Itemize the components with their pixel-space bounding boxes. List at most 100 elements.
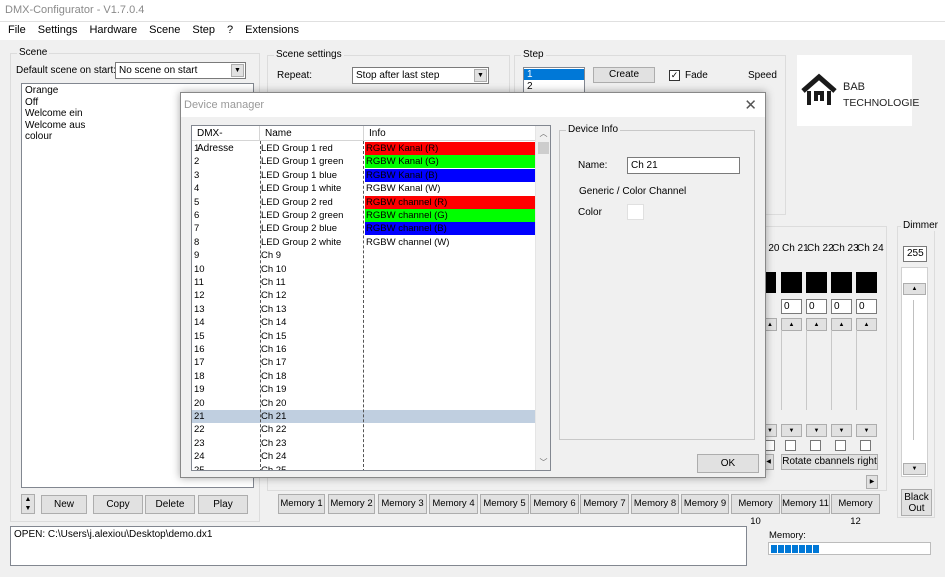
channel-checkbox[interactable] — [860, 440, 871, 451]
channel-value-input[interactable]: 0 — [831, 299, 852, 314]
memory-10-button[interactable]: Memory 10 — [731, 494, 780, 527]
rotate-channels-right-button[interactable]: Rotate cbannels right — [781, 454, 878, 470]
device-row[interactable]: 15 Ch 15 — [192, 330, 537, 343]
menu-hardware[interactable]: Hardware — [83, 22, 143, 36]
device-row[interactable]: 6 LED Group 2 green RGBW channel (G) — [192, 209, 537, 222]
memory-11-button[interactable]: Memory 11 — [781, 494, 830, 514]
memory-4-button[interactable]: Memory 4 — [429, 494, 478, 514]
chevron-down-icon[interactable]: ▼ — [231, 64, 244, 77]
memory-5-button[interactable]: Memory 5 — [480, 494, 529, 514]
device-row[interactable]: 12 Ch 12 — [192, 289, 537, 302]
create-step-button[interactable]: Create — [593, 67, 655, 83]
channel-down-button[interactable]: ▼ — [856, 424, 877, 437]
channel-checkbox[interactable] — [835, 440, 846, 451]
device-row[interactable]: 20 Ch 20 — [192, 397, 537, 410]
close-icon[interactable]: ✕ — [744, 96, 757, 114]
channel-down-button[interactable]: ▼ — [806, 424, 827, 437]
channel-slider[interactable] — [781, 330, 802, 410]
blackout-button[interactable]: Black Out — [901, 489, 932, 516]
scene-order-spinner[interactable]: ▲ ▼ — [21, 494, 35, 514]
device-row[interactable]: 22 Ch 22 — [192, 423, 537, 436]
memory-7-button[interactable]: Memory 7 — [580, 494, 629, 514]
delete-scene-button[interactable]: Delete — [145, 495, 195, 514]
menu-settings[interactable]: Settings — [32, 22, 84, 36]
column-dmx-address[interactable]: DMX-Adresse — [192, 126, 260, 154]
device-table[interactable]: DMX-Adresse Name Info 1 LED Group 1 red RG… — [191, 125, 551, 471]
scene-list-item[interactable]: Welcome aus — [25, 120, 85, 132]
repeat-select[interactable]: Stop after last step ▼ — [352, 67, 489, 84]
device-row[interactable]: 8 LED Group 2 white RGBW channel (W) — [192, 235, 537, 249]
device-row[interactable]: 10 Ch 10 — [192, 263, 537, 276]
column-info[interactable]: Info — [364, 126, 537, 141]
channel-slider[interactable] — [831, 330, 852, 410]
scroll-down-icon[interactable]: ﹀ — [536, 455, 550, 470]
play-scene-button[interactable]: Play — [198, 495, 248, 514]
scroll-up-icon[interactable]: ︿ — [536, 126, 550, 141]
device-row[interactable]: 5 LED Group 2 red RGBW channel (R) — [192, 195, 537, 209]
memory-2-button[interactable]: Memory 2 — [328, 494, 375, 514]
channel-checkbox[interactable] — [810, 440, 821, 451]
channel-slider[interactable] — [806, 330, 827, 410]
device-row[interactable]: 13 Ch 13 — [192, 303, 537, 316]
log-area[interactable]: OPEN: C:\Users\j.alexiou\Desktop\demo.dx… — [10, 526, 747, 566]
fade-checkbox[interactable]: ✓ — [669, 70, 680, 81]
menu-file[interactable]: File — [0, 22, 32, 36]
device-row[interactable]: 16 Ch 16 — [192, 343, 537, 356]
channel-slider[interactable] — [856, 330, 877, 410]
memory-1-button[interactable]: Memory 1 — [278, 494, 325, 514]
device-row[interactable]: 25 Ch 25 — [192, 464, 537, 470]
scene-list-item[interactable]: Welcome ein — [25, 108, 85, 120]
device-row[interactable]: 19 Ch 19 — [192, 383, 537, 396]
device-row[interactable]: 14 Ch 14 — [192, 316, 537, 329]
step-list-item[interactable]: 1 — [524, 69, 584, 80]
channel-down-button[interactable]: ▼ — [781, 424, 802, 437]
dimmer-value-input[interactable]: 255 — [903, 246, 927, 262]
menu-scene[interactable]: Scene — [143, 22, 186, 36]
device-row[interactable]: 3 LED Group 1 blue RGBW Kanal (B) — [192, 168, 537, 182]
ok-button[interactable]: OK — [697, 454, 759, 473]
device-row[interactable]: 1 LED Group 1 red RGBW Kanal (R) — [192, 142, 537, 155]
step-list-item[interactable]: 2 — [527, 81, 533, 92]
device-row[interactable]: 9 Ch 9 — [192, 249, 537, 262]
device-row[interactable]: 2 LED Group 1 green RGBW Kanal (G) — [192, 155, 537, 169]
copy-scene-button[interactable]: Copy — [93, 495, 143, 514]
device-name-input[interactable]: Ch 21 — [627, 157, 740, 174]
device-row[interactable]: 11 Ch 11 — [192, 276, 537, 289]
device-table-scrollbar[interactable]: ︿ ﹀ — [535, 126, 550, 470]
scene-list-item[interactable]: Off — [25, 97, 85, 109]
memory-9-button[interactable]: Memory 9 — [681, 494, 729, 514]
scene-list-item[interactable]: colour — [25, 131, 85, 143]
channel-value-input[interactable]: 0 — [781, 299, 802, 314]
dimmer-down-button[interactable]: ▼ — [903, 463, 926, 475]
menu-step[interactable]: Step — [186, 22, 221, 36]
device-row[interactable]: 18 Ch 18 — [192, 370, 537, 383]
channel-value-input[interactable]: 0 — [806, 299, 827, 314]
new-scene-button[interactable]: New — [41, 495, 87, 514]
device-row[interactable]: 4 LED Group 1 white RGBW Kanal (W) — [192, 182, 537, 196]
channel-value-input[interactable]: 0 — [856, 299, 877, 314]
dimmer-up-button[interactable]: ▲ — [903, 283, 926, 295]
scrollbar-thumb[interactable] — [538, 142, 549, 154]
channel-down-button[interactable]: ▼ — [831, 424, 852, 437]
default-scene-select[interactable]: No scene on start ▼ — [115, 62, 246, 79]
house-logo-icon — [801, 73, 837, 105]
menu-extensions[interactable]: Extensions — [239, 22, 305, 36]
memory-3-button[interactable]: Memory 3 — [378, 494, 427, 514]
memory-6-button[interactable]: Memory 6 — [530, 494, 579, 514]
device-row[interactable]: 21 Ch 21 — [192, 410, 537, 424]
scene-list-item[interactable]: Orange — [25, 85, 85, 97]
dimmer-slider[interactable]: ▲ ▼ — [901, 267, 928, 477]
scroll-right-icon[interactable]: ▶ — [866, 475, 878, 489]
device-color-swatch[interactable] — [627, 204, 644, 220]
device-row[interactable]: 24 Ch 24 — [192, 450, 537, 463]
device-row[interactable]: 23 Ch 23 — [192, 437, 537, 450]
memory-8-button[interactable]: Memory 8 — [631, 494, 679, 514]
memory-12-button[interactable]: Memory 12 — [831, 494, 880, 527]
column-name[interactable]: Name — [260, 126, 364, 141]
device-row[interactable]: 7 LED Group 2 blue RGBW channel (B) — [192, 222, 537, 236]
channel-checkbox[interactable] — [785, 440, 796, 451]
chevron-down-icon[interactable]: ▼ — [474, 69, 487, 82]
device-row[interactable]: 17 Ch 17 — [192, 356, 537, 369]
step-list[interactable]: 1 2 — [523, 67, 585, 95]
menu-help[interactable]: ? — [221, 22, 239, 36]
